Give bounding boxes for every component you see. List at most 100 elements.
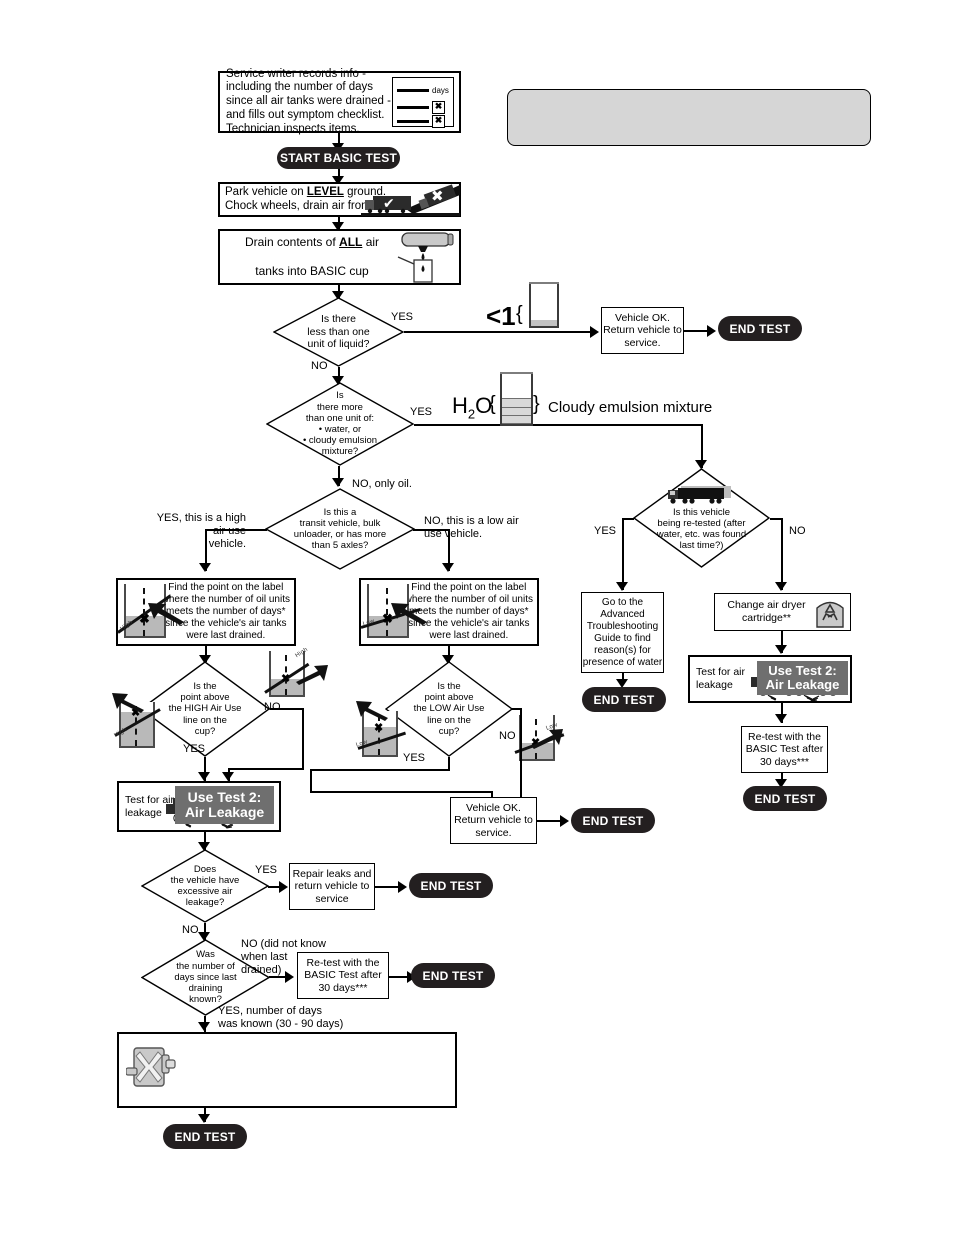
connector [781,518,783,590]
decision-shape [265,488,415,570]
connector-arrow [775,582,787,591]
pointer-arrow-svg [148,603,184,625]
retest-30-days-text-left: Re-test with the BASIC Test after 30 day… [304,956,382,994]
end-test-label-2: END TEST [593,692,655,707]
vehicle-ok-box-2: Vehicle OK. Return vehicle to service. [450,797,537,844]
vehicle-ok-text-2: Vehicle OK. Return vehicle to service. [454,801,533,839]
svg-text:✔: ✔ [383,196,395,212]
connector-arrow [285,971,294,983]
drain-all-emphasis: ALL [339,235,363,250]
decision-water-or-emulsion: Is there more than one unit of: • water,… [266,382,414,466]
cloudy-emulsion-caption: Cloudy emulsion mixture [548,399,713,416]
connector [310,769,450,771]
edge-label-yes-high-line: YES [183,743,206,755]
use-test-2-badge-left: Use Test 2: Air Leakage [175,786,274,824]
connector-arrow [590,326,599,338]
flowchart-page: Service writer records info - including … [0,0,954,1235]
connector [270,708,304,710]
connector [414,424,703,426]
end-test-terminator-4: END TEST [571,808,655,833]
less-than-one-brace: { [516,303,523,325]
advanced-troubleshooting-box: Go to the Advanced Troubleshooting Guide… [581,592,664,673]
pointer-arrow-low-no [529,727,563,749]
decision-shape [385,661,513,757]
connector-arrow [198,772,210,781]
decision-vehicle-retested: Is this vehicle being re-tested (after w… [633,468,770,568]
end-test-terminator-1: END TEST [718,316,802,341]
connector-arrow [442,563,454,572]
emulsion-right-brace: } [533,393,540,415]
retest-30-days-text-right: Re-test with the BASIC Test after 30 day… [745,730,824,768]
checklist-x-2: ✖ [432,115,445,128]
edge-label-yes-high-air-use: YES, this is a high air use vehicle. [156,512,246,551]
pointer-arrow-svg [531,729,563,749]
connector [413,529,450,531]
checklist-days-label: days [432,86,449,95]
svg-text:✖: ✖ [431,187,444,205]
edge-label-yes-emulsion: YES [410,406,433,418]
edge-label-yes-lt1: YES [391,311,414,323]
decision-shape [141,849,269,923]
repair-leaks-text: Repair leaks and return vehicle to servi… [292,867,372,905]
drain-line1-a: Drain contents of [244,235,340,250]
less-than-one-label: <1 [486,301,516,331]
repair-leaks-box: Repair leaks and return vehicle to servi… [289,863,375,910]
tank-drain-svg [397,232,454,283]
symptom-checklist-icon: days ✖ ✖ [392,77,454,128]
end-test-label-1: END TEST [729,321,791,336]
truck-svg [668,486,731,504]
connector [310,769,312,793]
emulsion-left-brace: { [489,393,496,415]
drain-line1-c: air [362,235,380,250]
connector-arrow [198,1114,210,1123]
edge-label-no-excessive: NO [182,924,199,936]
h2o-h: H [452,393,468,418]
end-test-terminator-3: END TEST [743,786,827,811]
connector-arrow [332,478,344,487]
drain-line2: tanks into BASIC cup [255,264,369,279]
top-right-note-text [508,90,870,106]
cup-emulsion-icon [500,372,533,426]
decision-shape [266,382,414,466]
level-ground-svg: ✔ ✖ [361,184,460,216]
vehicle-ok-text-1: Vehicle OK. Return vehicle to service. [603,311,682,349]
vehicle-ok-box-1: Vehicle OK. Return vehicle to service. [601,307,684,354]
truck-icon-retest [663,485,737,507]
decision-transit-vehicle: Is this a transit vehicle, bulk unloader… [265,488,415,570]
connector [520,708,522,808]
connector-arrow [707,325,716,337]
decision-shape [273,297,404,367]
park-level-emphasis: LEVEL [306,185,344,198]
pointer-arrow-high [148,601,186,625]
edge-label-yes-excessive: YES [255,864,278,876]
drain-valve-icon [125,1042,178,1094]
retest-30-days-box-right: Re-test with the BASIC Test after 30 day… [741,726,828,773]
pointer-arrow-svg [391,603,427,625]
edge-label-yes-low-line: YES [403,752,426,764]
checklist-x-1: ✖ [432,101,445,114]
recycle-cartridge-svg [816,601,844,628]
start-basic-test-terminator: START BASIC TEST [277,147,400,169]
decision-above-low-line: Is the point above the LOW Air Use line … [385,661,513,757]
end-test-terminator-7: END TEST [163,1124,247,1149]
connector-arrow [222,772,234,781]
use-test-2-badge-line2-right: Air Leakage [765,677,840,692]
use-test-2-badge-line2-left: Air Leakage [184,804,265,820]
end-test-label-7: END TEST [174,1129,236,1144]
connector [302,708,304,770]
connector-arrow [198,1022,210,1031]
edge-label-yes-days-known: YES, number of days was known (30 - 90 d… [218,1005,344,1031]
drain-valve-svg [125,1047,176,1087]
pointer-arrow-low [391,601,429,625]
pointer-arrow-svg [112,693,144,713]
end-test-label-4: END TEST [582,813,644,828]
park-line1-a: Park vehicle on [225,185,307,198]
end-test-label-6: END TEST [422,968,484,983]
connector-arrow [775,714,787,723]
edge-label-yes-retested: YES [594,525,617,537]
connector [205,529,267,531]
edge-label-no-lt1: NO [311,360,328,372]
connector-arrow [398,881,407,893]
decision-shape [633,468,770,568]
tank-drain-illustration [388,231,458,284]
